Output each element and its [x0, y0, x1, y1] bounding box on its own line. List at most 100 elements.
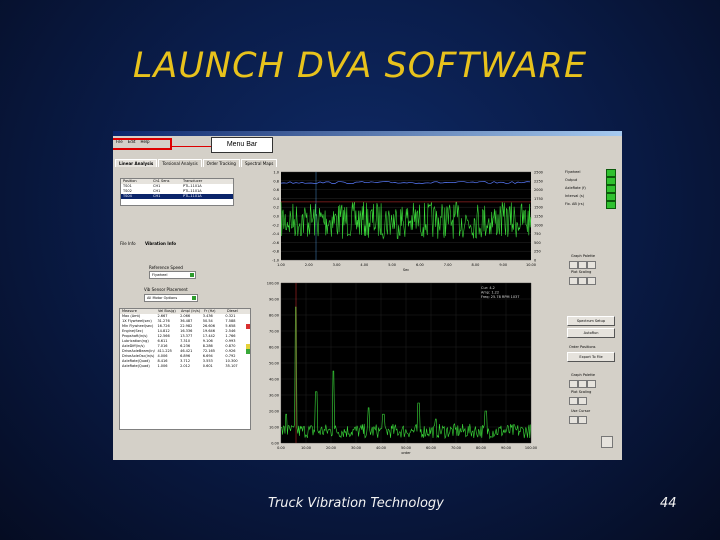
- x-tick-label: 4.00: [360, 263, 368, 267]
- x-tick-label: 7.00: [444, 263, 452, 267]
- y-tick-label: 90.00: [269, 298, 279, 302]
- table-row-selected[interactable]: TS04 CH1 PTL-1101A: [121, 194, 233, 199]
- y-tick-label: 1.0: [273, 171, 279, 175]
- table-cell: AxleRate(Quad): [122, 364, 150, 368]
- order-spectrum-svg: 100.00 90.00 80.00 70.00 60.00 50.00 40.00 30.0…: [267, 282, 537, 456]
- pan-tool-button[interactable]: [578, 261, 587, 269]
- y-tick-label: -0.4: [272, 232, 280, 236]
- led-label: Flywheel: [565, 170, 581, 174]
- rpm-tick-label: 2250: [534, 179, 543, 183]
- cursor-tool-button[interactable]: [587, 261, 596, 269]
- cursor-label: Use Cursor: [571, 409, 591, 413]
- table-cell: 35.107: [225, 364, 238, 368]
- cursor-readout: Cur: 4.2: [481, 286, 495, 290]
- scale-lock-button[interactable]: [587, 277, 596, 285]
- sensor-placement-value: All Motor Options: [147, 296, 178, 300]
- subtab-vibration-info[interactable]: Vibration Info: [145, 241, 176, 246]
- y-tick-label: 0.0: [273, 215, 279, 219]
- x-tick-label: 40.00: [376, 446, 386, 450]
- table-cell: CH1: [153, 194, 161, 198]
- reference-speed-value: Flywheel: [152, 273, 168, 277]
- pan-tool-button-2[interactable]: [578, 380, 587, 388]
- dropdown-arrow-icon: [190, 273, 194, 277]
- led-label: Interval (s): [565, 194, 585, 198]
- status-led-icon: [606, 185, 616, 193]
- time-waveform-svg: 1.0 0.8 0.6 0.4 0.2 0.0 -0.2 -0.4 -0.6 -0.8 -1.0 25…: [272, 171, 543, 273]
- scale-x-button-2[interactable]: [569, 397, 578, 405]
- cursor-readout: Amp: 1.22: [481, 291, 499, 295]
- x-tick-label: 10.00: [526, 263, 536, 267]
- menu-bar-highlight: [113, 138, 172, 150]
- y-tick-label: 0.6: [273, 188, 279, 192]
- y-tick-label: -1.0: [272, 259, 279, 263]
- rpm-tick-label: 250: [534, 250, 541, 254]
- scale-x-button[interactable]: [569, 277, 578, 285]
- zoom-tool-button[interactable]: [569, 261, 578, 269]
- table-cell: 2.012: [180, 364, 191, 368]
- x-tick-label: 90.00: [501, 446, 511, 450]
- rpm-tick-label: 0: [534, 259, 536, 263]
- y-tick-label: 100.00: [267, 282, 279, 286]
- table-cell: TS04: [123, 194, 132, 198]
- x-tick-label: 6.00: [416, 263, 424, 267]
- y-tick-label: 0.4: [273, 197, 279, 201]
- table-row[interactable]: AxleRate(Quad) 1.006 2.012 0.601 35.107: [120, 364, 250, 369]
- y-tick-label: 10.00: [269, 426, 279, 430]
- x-tick-label: 20.00: [326, 446, 336, 450]
- x-tick-label: 3.00: [333, 263, 341, 267]
- cursor-readout: Freq: 25.78 RPM 1037: [481, 295, 520, 299]
- x-tick-label: 30.00: [351, 446, 361, 450]
- tab-order-tracking[interactable]: Order Tracking: [202, 159, 240, 167]
- y-tick-label: 40.00: [269, 378, 279, 382]
- analysis-tabs: Linear Analysis Torsional Analysis Order…: [115, 159, 278, 167]
- sensor-placement-dropdown[interactable]: All Motor Options: [144, 294, 198, 302]
- table-cell: PTL-1101A: [183, 194, 202, 198]
- status-swatch: [246, 364, 250, 369]
- position-table: Position Ch1 Sens Transducer TS01 CH1 PT…: [120, 178, 234, 206]
- y-tick-label: 0.8: [273, 179, 279, 183]
- cursor-tool-button-2[interactable]: [587, 380, 596, 388]
- status-led-icon: [606, 177, 616, 185]
- led-label: AxleRate (f): [565, 186, 586, 190]
- dropdown-arrow-icon: [192, 296, 196, 300]
- zoom-tool-button-2[interactable]: [569, 380, 578, 388]
- rpm-tick-label: 2500: [534, 171, 543, 175]
- cursor-select-button[interactable]: [569, 416, 578, 424]
- measure-table: Measure Vel Bus(g) Ampl (in/s) Fr (Hz) Diese…: [119, 308, 251, 430]
- cursor-dpad-icon[interactable]: [601, 436, 613, 448]
- auto-run-button[interactable]: AutoRun: [567, 328, 615, 338]
- table-cell: 1.006: [157, 364, 168, 368]
- scale-y-button[interactable]: [578, 277, 587, 285]
- cursor-move-button[interactable]: [578, 416, 587, 424]
- reference-speed-dropdown[interactable]: Flywheel: [149, 271, 196, 279]
- tab-spectral-maps[interactable]: Spectral Maps: [240, 159, 278, 167]
- rpm-tick-label: 2000: [534, 188, 543, 192]
- tab-torsional-analysis[interactable]: Torsional Analysis: [158, 159, 202, 167]
- rpm-tick-label: 1750: [534, 197, 543, 201]
- spectrum-setup-button[interactable]: Spectrum Setup: [567, 316, 615, 326]
- plot-scaling-label-2: Plot Scaling: [571, 390, 592, 394]
- y-tick-label: -0.2: [272, 223, 279, 227]
- graph-palette-label-2: Graph Palette: [571, 373, 595, 377]
- slide-title: LAUNCH DVA SOFTWARE: [132, 46, 588, 86]
- rpm-tick-label: 500: [534, 241, 541, 245]
- reference-speed-label: Reference Speed: [149, 265, 183, 270]
- y-tick-label: -0.6: [272, 241, 279, 245]
- menu-bar-callout: Menu Bar: [211, 137, 273, 153]
- left-panel: Position Ch1 Sens Transducer TS01 CH1 PT…: [116, 168, 251, 456]
- table-cell: 0.601: [202, 364, 213, 368]
- x-tick-label: 0.00: [277, 446, 285, 450]
- page-number: 44: [660, 496, 677, 511]
- rpm-tick-label: 1250: [534, 215, 543, 219]
- x-tick-label: 100.00: [525, 446, 537, 450]
- sensor-placement-label: Vib Sensor Placement: [144, 287, 188, 292]
- export-to-file-button[interactable]: Export To File: [567, 352, 615, 362]
- subtab-file-info[interactable]: File Info: [120, 241, 136, 246]
- scale-y-button-2[interactable]: [578, 397, 587, 405]
- slide-footer: Truck Vibration Technology: [268, 496, 444, 511]
- x-axis-label: Sec: [403, 268, 409, 272]
- x-tick-label: 60.00: [426, 446, 436, 450]
- x-tick-label: 1.00: [277, 263, 285, 267]
- tab-linear-analysis[interactable]: Linear Analysis: [115, 159, 158, 167]
- status-led-icon: [606, 201, 616, 209]
